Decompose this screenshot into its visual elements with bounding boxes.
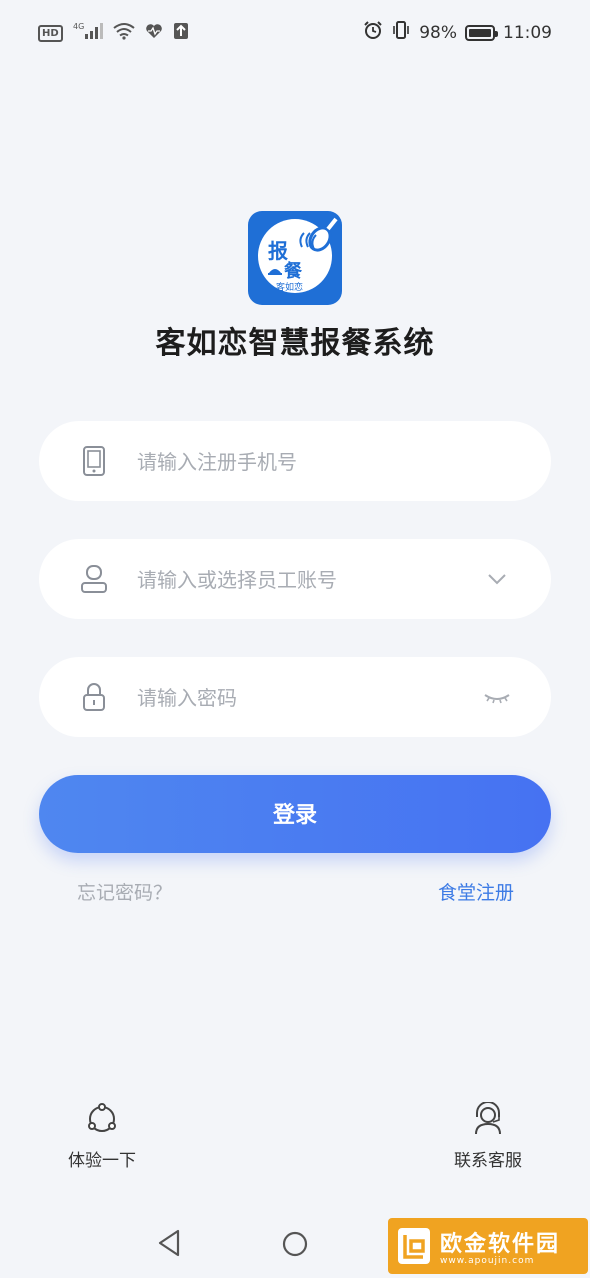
network-type: 4G — [73, 22, 84, 31]
share-nodes-icon — [88, 1103, 116, 1132]
watermark-badge: 欧金软件园 www.apoujin.com — [388, 1218, 588, 1274]
wifi-icon — [113, 22, 135, 44]
lock-icon — [83, 683, 105, 711]
chevron-down-icon[interactable] — [483, 565, 511, 593]
account-field[interactable] — [39, 539, 551, 619]
watermark-logo-icon — [398, 1228, 430, 1264]
app-logo: 报 餐 客如恋 — [248, 211, 342, 305]
password-field[interactable] — [39, 657, 551, 737]
logo-caption: 客如恋 — [276, 283, 304, 293]
battery-fill — [469, 28, 491, 37]
status-right: 98% 11:09 — [363, 20, 552, 45]
back-icon[interactable] — [156, 1228, 182, 1258]
account-input[interactable] — [135, 559, 469, 601]
clock: 11:09 — [503, 22, 552, 43]
battery-percent: 98% — [419, 22, 457, 43]
trial-button[interactable]: 体验一下 — [42, 1102, 162, 1171]
login-button[interactable]: 登录 — [39, 775, 551, 853]
forgot-password-link[interactable]: 忘记密码？ — [77, 878, 172, 905]
phone-field[interactable] — [39, 421, 551, 501]
dish-cover-icon — [268, 269, 282, 275]
home-icon[interactable] — [281, 1228, 309, 1258]
signal-icon: 4G — [73, 22, 103, 44]
health-heart-icon — [145, 23, 163, 43]
hd-indicator: HD — [38, 24, 63, 42]
eye-closed-icon[interactable] — [483, 683, 511, 711]
watermark-url: www.apoujin.com — [440, 1256, 535, 1266]
watermark-text: 欧金软件园 — [440, 1232, 561, 1257]
password-input[interactable] — [135, 677, 469, 719]
customer-service-icon — [475, 1102, 501, 1135]
contact-support-button[interactable]: 联系客服 — [428, 1102, 548, 1171]
spoon-icon — [299, 217, 338, 252]
alarm-icon — [363, 20, 383, 45]
phone-input[interactable] — [135, 441, 469, 483]
battery-icon — [465, 24, 498, 41]
phone-icon — [83, 446, 105, 476]
support-label: 联系客服 — [454, 1151, 522, 1171]
trial-label: 体验一下 — [68, 1151, 136, 1171]
status-bar: HD 4G 98% 11:09 — [0, 0, 590, 66]
user-icon — [81, 565, 107, 593]
app-title: 客如恋智慧报餐系统 — [155, 326, 435, 361]
upload-notification-icon — [173, 22, 189, 44]
status-left: HD 4G — [38, 22, 189, 44]
canteen-register-link[interactable]: 食堂注册 — [438, 878, 514, 905]
vibrate-icon — [391, 20, 411, 45]
